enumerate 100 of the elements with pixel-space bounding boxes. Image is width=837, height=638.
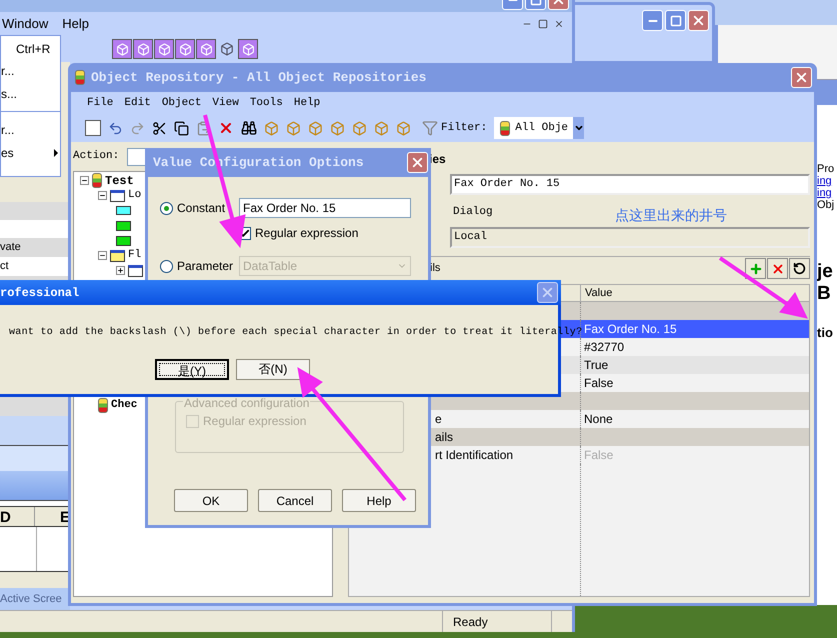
property-value: Fax Order No. 15 xyxy=(583,320,677,338)
undo-icon[interactable] xyxy=(108,120,123,136)
cube-icon xyxy=(158,42,170,56)
group-label: ails xyxy=(435,430,454,444)
close-icon xyxy=(410,155,425,170)
panel-row[interactable]: vate xyxy=(0,238,70,257)
radio-label[interactable]: Constant xyxy=(177,199,239,217)
cube-icon[interactable] xyxy=(220,42,234,56)
status-text: Ready xyxy=(442,611,552,632)
dialog-icon xyxy=(128,264,143,276)
tree-item[interactable]: Chec xyxy=(111,397,138,414)
dialog-button[interactable]: Cancel xyxy=(258,489,332,512)
maximize-button[interactable] xyxy=(665,10,686,31)
body-text: Obj xyxy=(817,199,836,211)
dialog-button[interactable]: Help xyxy=(342,489,416,512)
radio-button[interactable] xyxy=(160,202,173,214)
toolbar-button[interactable] xyxy=(196,39,216,59)
repository-field: Local xyxy=(450,226,810,248)
plus-icon xyxy=(748,262,762,276)
close-icon xyxy=(540,285,555,300)
minus-icon xyxy=(99,252,106,259)
close-icon[interactable] xyxy=(554,19,564,29)
menu-item[interactable]: Tools xyxy=(250,94,283,112)
find-icon[interactable] xyxy=(241,120,257,136)
property-value: None xyxy=(583,410,613,428)
minus-icon xyxy=(81,177,88,184)
tree-item[interactable]: Fl xyxy=(128,247,142,264)
action-label: Action: xyxy=(73,149,120,164)
cube-icon xyxy=(178,42,192,56)
database-icon xyxy=(75,70,85,85)
toolbar-button[interactable] xyxy=(238,39,258,59)
cube-icon xyxy=(136,42,150,56)
collapse-icon[interactable] xyxy=(80,176,89,185)
heading-text: je xyxy=(817,261,834,283)
minus-icon xyxy=(99,192,106,199)
tree-item[interactable]: Test xyxy=(105,172,134,190)
plus-icon xyxy=(117,267,124,274)
panel-row xyxy=(0,202,70,220)
link[interactable]: ing xyxy=(817,187,837,199)
collapse-icon[interactable] xyxy=(98,191,107,200)
panel-row xyxy=(0,220,70,238)
cube-icon xyxy=(200,42,212,56)
menu-item[interactable]: r... xyxy=(1,121,14,139)
edit-icon xyxy=(116,220,131,230)
remove-button[interactable] xyxy=(767,258,788,279)
pane-header xyxy=(0,471,70,501)
menu-shortcut[interactable]: Ctrl+R xyxy=(1,39,60,59)
property-value: False xyxy=(583,446,614,464)
menu-item[interactable]: es xyxy=(1,144,14,162)
link[interactable]: ing xyxy=(817,175,837,187)
menu-item[interactable]: Object xyxy=(162,94,202,112)
property-value: True xyxy=(583,356,608,374)
expand-icon[interactable] xyxy=(116,266,125,275)
menu-item[interactable]: r... xyxy=(1,62,14,80)
close-icon xyxy=(691,13,706,28)
menu-item[interactable]: Help xyxy=(62,14,89,34)
property-value: False xyxy=(583,374,614,392)
maximize-icon xyxy=(670,14,682,26)
collapse-icon[interactable] xyxy=(98,251,107,260)
add-button[interactable] xyxy=(745,258,766,279)
delete-icon[interactable] xyxy=(218,120,234,136)
refresh-icon xyxy=(793,262,806,275)
refresh-button[interactable] xyxy=(789,258,810,279)
dialog-button[interactable]: 否(N) xyxy=(236,359,310,380)
minimize-button[interactable] xyxy=(642,10,663,31)
cut-icon[interactable] xyxy=(152,120,167,136)
tree-item[interactable]: Lo xyxy=(128,187,142,204)
submenu-arrow-icon xyxy=(54,149,58,157)
filter-dropdown[interactable]: All Obje xyxy=(494,117,584,139)
database-icon xyxy=(500,120,510,136)
pane-header xyxy=(0,416,70,446)
property-name: rt Identification xyxy=(435,448,514,462)
panel-row[interactable]: ct xyxy=(0,257,70,276)
database-icon xyxy=(98,398,108,413)
pane-background xyxy=(0,446,70,471)
close-icon xyxy=(794,70,809,85)
restore-icon[interactable] xyxy=(538,19,548,29)
body-text: Pro xyxy=(817,163,836,175)
checkbox-label[interactable]: Regular expression xyxy=(255,224,358,242)
toolbar-button[interactable] xyxy=(175,39,195,59)
dialog-button[interactable]: OK xyxy=(174,489,248,512)
toolbar-button[interactable] xyxy=(133,39,153,59)
menu-item[interactable]: Edit xyxy=(124,94,151,112)
paste-icon[interactable] xyxy=(196,120,211,136)
menu-item[interactable]: Help xyxy=(294,94,320,112)
dialog-title: rofessional xyxy=(0,284,80,302)
menu-item[interactable]: View xyxy=(212,94,239,112)
menu-item[interactable]: s... xyxy=(1,85,18,103)
menu-item[interactable]: Window xyxy=(2,14,48,34)
toolbar-button[interactable] xyxy=(112,39,132,59)
copy-icon[interactable] xyxy=(174,120,189,136)
database-icon xyxy=(92,173,102,188)
tab[interactable]: Active Scree xyxy=(0,588,70,610)
name-field[interactable]: Fax Order No. 15 xyxy=(450,174,810,195)
cube-icon xyxy=(116,42,128,56)
menu-item[interactable]: File xyxy=(87,94,114,112)
dialog-icon xyxy=(110,190,125,202)
value-field[interactable]: Fax Order No. 15 xyxy=(239,198,411,218)
property-name: e xyxy=(435,412,442,426)
toolbar-button[interactable] xyxy=(154,39,174,59)
